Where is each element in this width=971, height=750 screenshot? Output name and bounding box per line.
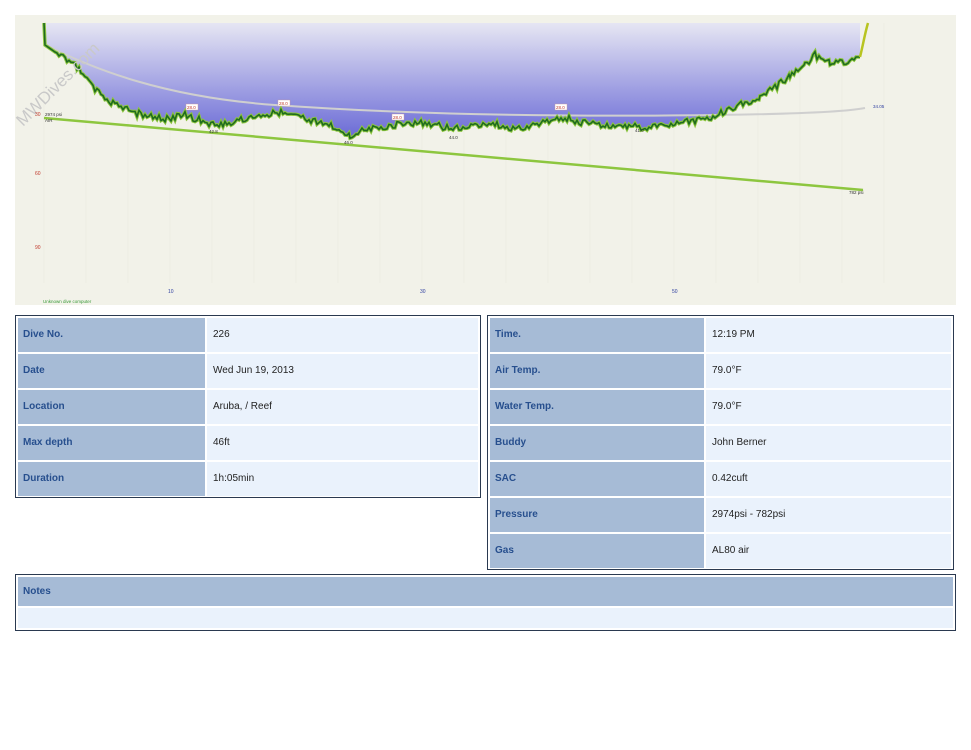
pressure-label: Pressure	[490, 498, 704, 532]
location-value: Aruba, / Reef	[207, 390, 478, 424]
table-row: Pressure 2974psi - 782psi	[490, 498, 951, 532]
pressure-value: 2974psi - 782psi	[706, 498, 951, 532]
x-tick-label: 10	[168, 289, 174, 295]
dive-computer-label: Unknown dive computer	[43, 299, 92, 304]
air-temp-label: Air Temp.	[490, 354, 704, 388]
gas-value: AL80 air	[706, 534, 951, 568]
pressure-end-label: 782 psi	[849, 190, 864, 195]
table-row: Air Temp. 79.0°F	[490, 354, 951, 388]
location-label: Location	[18, 390, 205, 424]
dive-number-label: Dive No.	[18, 318, 205, 352]
y-tick-label: 60	[35, 171, 41, 177]
dive-profile-chart: MWDives.com 30 60 90 10 30 50 2974 psi A…	[15, 15, 956, 305]
date-value: Wed Jun 19, 2013	[207, 354, 478, 388]
date-label: Date	[18, 354, 205, 388]
duration-value: 1h:05min	[207, 462, 478, 496]
table-row: Date Wed Jun 19, 2013	[18, 354, 478, 388]
temperature-end-label: 34.05	[873, 104, 885, 109]
depth-label: 42.8	[209, 129, 218, 134]
table-row: Duration 1h:05min	[18, 462, 478, 496]
duration-label: Duration	[18, 462, 205, 496]
notes-header: Notes	[18, 577, 953, 606]
y-tick-label: 30	[35, 112, 41, 118]
depth-label: 46.0	[344, 140, 353, 145]
gas-label: Gas	[490, 534, 704, 568]
time-label: Time.	[490, 318, 704, 352]
table-row: Time. 12:19 PM	[490, 318, 951, 352]
table-row: Buddy John Berner	[490, 426, 951, 460]
depth-label: 41.0	[635, 128, 644, 133]
notes-body	[18, 608, 953, 628]
table-row: Gas AL80 air	[490, 534, 951, 568]
table-row: Max depth 46ft	[18, 426, 478, 460]
time-value: 12:19 PM	[706, 318, 951, 352]
buddy-value: John Berner	[706, 426, 951, 460]
temperature-label: 28.0	[187, 105, 196, 110]
table-row: Water Temp. 79.0°F	[490, 390, 951, 424]
dive-conditions-table: Time. 12:19 PM Air Temp. 79.0°F Water Te…	[487, 315, 954, 570]
water-temp-label: Water Temp.	[490, 390, 704, 424]
dive-number-value: 226	[207, 318, 478, 352]
max-depth-label: Max depth	[18, 426, 205, 460]
temperature-label: 28.0	[556, 105, 565, 110]
air-temp-value: 79.0°F	[706, 354, 951, 388]
dive-details-table: Dive No. 226 Date Wed Jun 19, 2013 Locat…	[15, 315, 481, 498]
depth-label: 44.0	[449, 135, 458, 140]
pressure-start-label: 2974 psi	[45, 112, 62, 117]
table-row: Dive No. 226	[18, 318, 478, 352]
sac-label: SAC	[490, 462, 704, 496]
notes-panel: Notes	[15, 574, 956, 631]
x-tick-label: 50	[672, 289, 678, 295]
temperature-label: 28.0	[279, 101, 288, 106]
x-tick-label: 30	[420, 289, 426, 295]
buddy-label: Buddy	[490, 426, 704, 460]
y-tick-label: 90	[35, 245, 41, 251]
max-depth-value: 46ft	[207, 426, 478, 460]
table-row: SAC 0.42cuft	[490, 462, 951, 496]
table-row: Location Aruba, / Reef	[18, 390, 478, 424]
sac-value: 0.42cuft	[706, 462, 951, 496]
temperature-label: 28.0	[393, 115, 402, 120]
water-temp-value: 79.0°F	[706, 390, 951, 424]
gas-label: AIR	[45, 118, 53, 123]
